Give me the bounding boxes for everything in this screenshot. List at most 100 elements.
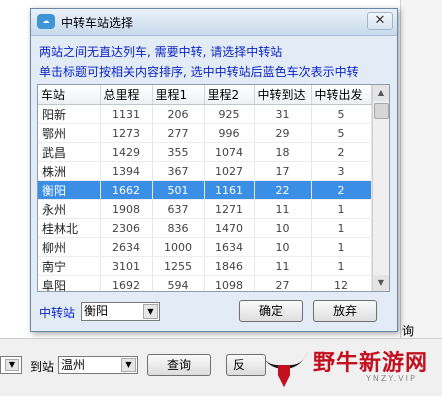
- cell-total: 1692: [100, 275, 153, 291]
- cell-m1: 206: [152, 104, 205, 124]
- cell-station: 柳州: [38, 237, 101, 257]
- relay-station-value: 衡阳: [84, 304, 109, 318]
- col-header-station[interactable]: 车站: [38, 85, 101, 105]
- station-grid: 车站 总里程 里程1 里程2 中转到达 中转出发 阳新 1131 206 925 31 5…: [37, 84, 390, 292]
- table-row[interactable]: 阳新 1131 206 925 31 5: [38, 104, 372, 124]
- info-line-1: 两站之间无直达列车, 需要中转, 请选择中转站: [39, 45, 283, 59]
- scroll-down-icon[interactable]: ▼: [373, 275, 389, 291]
- table-header-row: 车站 总里程 里程1 里程2 中转到达 中转出发: [38, 85, 372, 105]
- chevron-down-icon: ▼: [143, 304, 158, 319]
- cell-m2: 996: [204, 123, 255, 143]
- cell-station: 株洲: [38, 161, 101, 181]
- info-line-2: 单击标题可按相关内容排序, 选中中转站后蓝色车次表示中转: [39, 65, 359, 79]
- chevron-down-icon: ▼: [5, 359, 19, 371]
- cell-depart: 3: [311, 161, 372, 181]
- cell-depart: 1: [311, 256, 372, 276]
- relay-station-label: 中转站: [39, 306, 76, 320]
- cell-arrive: 10: [254, 237, 312, 257]
- cell-station: 阜阳: [38, 275, 101, 291]
- cell-arrive: 17: [254, 161, 312, 181]
- to-station-label: 到站: [30, 360, 55, 374]
- col-header-total-distance[interactable]: 总里程: [100, 85, 153, 105]
- cell-m1: 367: [152, 161, 205, 181]
- app-icon: ☁: [37, 14, 55, 29]
- table-row[interactable]: 南宁 3101 1255 1846 11 1: [38, 256, 372, 276]
- cell-total: 2634: [100, 237, 153, 257]
- cell-depart: 1: [311, 218, 372, 238]
- table-row[interactable]: 阜阳 1692 594 1098 27 12: [38, 275, 372, 291]
- cell-m1: 1255: [152, 256, 205, 276]
- cell-total: 1394: [100, 161, 153, 181]
- cell-m2: 1027: [204, 161, 255, 181]
- cell-arrive: 27: [254, 275, 312, 291]
- info-text: 两站之间无直达列车, 需要中转, 请选择中转站 单击标题可按相关内容排序, 选中…: [39, 42, 359, 82]
- chevron-down-icon: ▼: [121, 358, 136, 372]
- to-station-select[interactable]: 温州 ▼: [58, 356, 138, 374]
- vertical-scrollbar[interactable]: ▲ ▼: [372, 85, 389, 291]
- watermark-subtext: YNZY.VIP: [366, 374, 417, 383]
- cell-m1: 637: [152, 199, 205, 219]
- col-header-transfer-depart[interactable]: 中转出发: [311, 85, 372, 105]
- cell-m2: 1271: [204, 199, 255, 219]
- cell-station: 南宁: [38, 256, 101, 276]
- col-header-distance-2[interactable]: 里程2: [204, 85, 255, 105]
- close-button[interactable]: ✕: [367, 12, 393, 30]
- cell-station: 衡阳: [38, 180, 101, 200]
- cell-total: 1131: [100, 104, 153, 124]
- dialog-titlebar[interactable]: ☁ 中转车站选择 ✕: [31, 9, 397, 36]
- scroll-up-icon[interactable]: ▲: [373, 85, 389, 101]
- cell-total: 2306: [100, 218, 153, 238]
- abandon-button[interactable]: 放弃: [313, 300, 377, 322]
- cell-m2: 1470: [204, 218, 255, 238]
- col-header-transfer-arrive[interactable]: 中转到达: [254, 85, 312, 105]
- cell-m1: 277: [152, 123, 205, 143]
- cell-depart: 1: [311, 199, 372, 219]
- background-side-text: 询: [402, 324, 415, 338]
- cell-depart: 5: [311, 104, 372, 124]
- table-row[interactable]: 衡阳 1662 501 1161 22 2: [38, 180, 372, 200]
- cell-depart: 5: [311, 123, 372, 143]
- cell-m1: 1000: [152, 237, 205, 257]
- cell-arrive: 22: [254, 180, 312, 200]
- scroll-thumb[interactable]: [374, 103, 389, 119]
- cell-station: 永州: [38, 199, 101, 219]
- cell-total: 1429: [100, 142, 153, 162]
- to-station-value: 温州: [61, 358, 86, 372]
- cell-total: 3101: [100, 256, 153, 276]
- cell-m2: 1098: [204, 275, 255, 291]
- cell-m2: 1634: [204, 237, 255, 257]
- cell-total: 1662: [100, 180, 153, 200]
- cell-total: 1908: [100, 199, 153, 219]
- cell-station: 鄂州: [38, 123, 101, 143]
- dialog-title: 中转车站选择: [61, 16, 134, 30]
- station-table: 车站 总里程 里程1 里程2 中转到达 中转出发 阳新 1131 206 925 31 5…: [38, 85, 372, 291]
- confirm-button[interactable]: 确定: [239, 300, 303, 322]
- relay-station-dialog: ☁ 中转车站选择 ✕ 两站之间无直达列车, 需要中转, 请选择中转站 单击标题可…: [30, 8, 398, 332]
- table-row[interactable]: 柳州 2634 1000 1634 10 1: [38, 237, 372, 257]
- cell-m2: 925: [204, 104, 255, 124]
- close-icon: ✕: [374, 13, 386, 28]
- cell-arrive: 18: [254, 142, 312, 162]
- col-header-distance-1[interactable]: 里程1: [152, 85, 205, 105]
- cell-depart: 2: [311, 180, 372, 200]
- cell-station: 武昌: [38, 142, 101, 162]
- table-row[interactable]: 桂林北 2306 836 1470 10 1: [38, 218, 372, 238]
- table-row[interactable]: 株洲 1394 367 1027 17 3: [38, 161, 372, 181]
- cell-m1: 594: [152, 275, 205, 291]
- watermark-text: 野牛新游网: [313, 351, 429, 376]
- cell-m2: 1074: [204, 142, 255, 162]
- cell-arrive: 11: [254, 199, 312, 219]
- relay-station-select[interactable]: 衡阳 ▼: [81, 302, 160, 321]
- from-station-select[interactable]: ▼: [0, 356, 22, 374]
- query-button[interactable]: 查询: [147, 354, 211, 376]
- table-row[interactable]: 武昌 1429 355 1074 18 2: [38, 142, 372, 162]
- cell-total: 1273: [100, 123, 153, 143]
- cell-arrive: 29: [254, 123, 312, 143]
- table-row[interactable]: 永州 1908 637 1271 11 1: [38, 199, 372, 219]
- cell-depart: 1: [311, 237, 372, 257]
- cell-m1: 836: [152, 218, 205, 238]
- cell-depart: 12: [311, 275, 372, 291]
- cell-m1: 501: [152, 180, 205, 200]
- cell-m1: 355: [152, 142, 205, 162]
- table-row[interactable]: 鄂州 1273 277 996 29 5: [38, 123, 372, 143]
